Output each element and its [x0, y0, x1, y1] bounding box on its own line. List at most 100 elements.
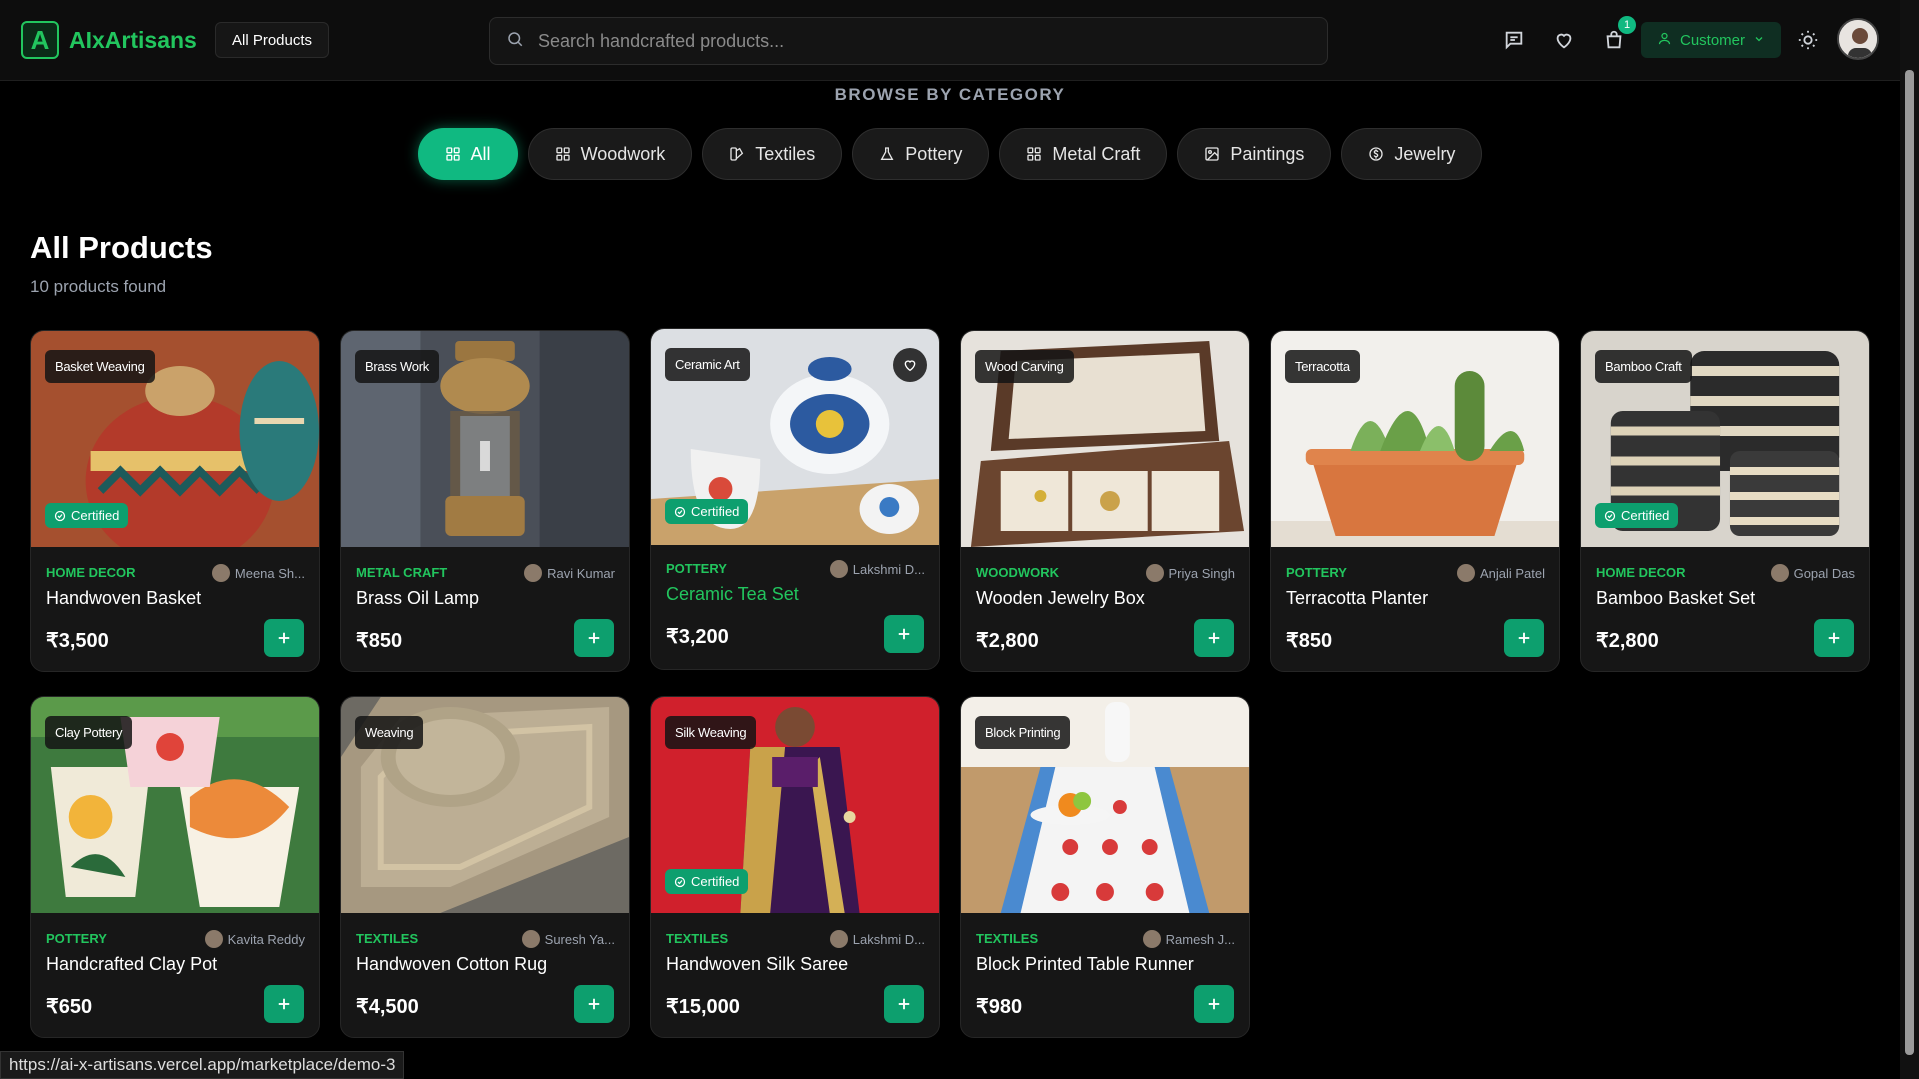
- grid-icon: [1026, 146, 1042, 162]
- artisan-info[interactable]: Lakshmi D...: [829, 560, 925, 578]
- artisan-name: Priya Singh: [1168, 565, 1235, 581]
- product-name[interactable]: Brass Oil Lamp: [356, 588, 479, 609]
- product-card[interactable]: Wood Carving WOODWORK Priya Singh Wooden Je…: [960, 330, 1250, 672]
- search-input[interactable]: [538, 30, 1298, 52]
- product-category: HOME DECOR: [1596, 565, 1686, 580]
- role-label: Customer: [1679, 31, 1746, 49]
- add-to-cart-button[interactable]: [1194, 985, 1234, 1023]
- add-to-cart-button[interactable]: [1814, 619, 1854, 657]
- product-card[interactable]: Basket Weaving Certified HOME DECOR Meena S…: [30, 330, 320, 672]
- product-price: ₹980: [976, 996, 1023, 1018]
- category-chip-label: Textiles: [755, 143, 816, 164]
- certified-badge: Certified: [1595, 503, 1679, 528]
- artisan-info[interactable]: Ramesh J...: [1142, 930, 1235, 948]
- add-to-cart-button[interactable]: [574, 985, 614, 1023]
- product-price: ₹3,500: [46, 630, 109, 652]
- product-name[interactable]: Handwoven Basket: [46, 588, 201, 609]
- product-name[interactable]: Wooden Jewelry Box: [976, 588, 1145, 609]
- add-to-cart-button[interactable]: [884, 615, 924, 653]
- role-dropdown[interactable]: Customer: [1641, 22, 1781, 58]
- artisan-avatar: [1145, 564, 1164, 582]
- brand-name: AIxArtisans: [69, 26, 197, 53]
- cart-count-badge: 1: [1618, 16, 1636, 34]
- grid-icon: [555, 146, 571, 162]
- artisan-info[interactable]: Gopal Das: [1770, 564, 1855, 582]
- category-chip-textiles[interactable]: Textiles: [702, 128, 843, 180]
- product-name[interactable]: Handwoven Cotton Rug: [356, 954, 547, 975]
- craft-tag: Bamboo Craft: [1595, 350, 1692, 383]
- artisan-avatar: [211, 564, 230, 582]
- artisan-info[interactable]: Anjali Patel: [1456, 564, 1545, 582]
- artisan-avatar: [204, 930, 223, 948]
- product-card[interactable]: Ceramic Art Certified POTTERY Lakshmi D... C…: [650, 328, 940, 670]
- add-to-cart-button[interactable]: [1504, 619, 1544, 657]
- certified-label: Certified: [71, 508, 120, 523]
- all-products-button[interactable]: All Products: [215, 22, 330, 58]
- artisan-info[interactable]: Lakshmi D...: [829, 930, 925, 948]
- plus-icon: [1205, 629, 1223, 647]
- artisan-name: Kavita Reddy: [227, 931, 305, 947]
- product-name[interactable]: Handcrafted Clay Pot: [46, 954, 217, 975]
- favorite-heart-icon[interactable]: [893, 348, 927, 382]
- product-category: METAL CRAFT: [356, 565, 448, 580]
- messages-icon[interactable]: [1500, 26, 1528, 54]
- category-chip-label: Paintings: [1230, 143, 1305, 164]
- artisan-avatar: [1142, 930, 1161, 948]
- page-title: All Products: [30, 230, 213, 265]
- add-to-cart-button[interactable]: [264, 985, 304, 1023]
- artisan-info[interactable]: Suresh Ya...: [521, 930, 615, 948]
- category-chip-woodwork[interactable]: Woodwork: [527, 128, 693, 180]
- plus-icon: [585, 629, 603, 647]
- swatch-icon: [729, 146, 745, 162]
- product-card[interactable]: Weaving TEXTILES Suresh Ya... Handwoven Cot…: [340, 696, 630, 1038]
- craft-tag: Clay Pottery: [45, 716, 133, 749]
- product-name[interactable]: Ceramic Tea Set: [666, 584, 799, 605]
- scroll-thumb[interactable]: [1905, 70, 1914, 1055]
- add-to-cart-button[interactable]: [1194, 619, 1234, 657]
- product-card[interactable]: Silk Weaving Certified TEXTILES Lakshmi D..…: [650, 696, 940, 1038]
- user-avatar[interactable]: [1837, 18, 1879, 60]
- product-card[interactable]: Block Printing TEXTILES Ramesh J... Block P…: [960, 696, 1250, 1038]
- add-to-cart-button[interactable]: [264, 619, 304, 657]
- product-name[interactable]: Terracotta Planter: [1286, 588, 1428, 609]
- artisan-avatar: [829, 930, 848, 948]
- add-to-cart-button[interactable]: [574, 619, 614, 657]
- category-chip-jewelry[interactable]: Jewelry: [1341, 128, 1483, 180]
- page-scrollbar[interactable]: [1900, 0, 1919, 1079]
- artisan-info[interactable]: Kavita Reddy: [204, 930, 305, 948]
- artisan-info[interactable]: Meena Sh...: [211, 564, 305, 582]
- heart-icon[interactable]: [1550, 26, 1578, 54]
- theme-sun-icon[interactable]: [1794, 26, 1822, 54]
- product-card[interactable]: Clay Pottery POTTERY Kavita Reddy Handcraft…: [30, 696, 320, 1038]
- plus-icon: [1825, 629, 1843, 647]
- product-name[interactable]: Block Printed Table Runner: [976, 954, 1194, 975]
- product-price: ₹2,800: [1596, 630, 1659, 652]
- product-card[interactable]: Brass Work METAL CRAFT Ravi Kumar Brass Oil…: [340, 330, 630, 672]
- product-name[interactable]: Bamboo Basket Set: [1596, 588, 1755, 609]
- artisan-name: Lakshmi D...: [852, 931, 925, 947]
- craft-tag: Brass Work: [355, 350, 439, 383]
- brand-logo[interactable]: A AIxArtisans: [21, 21, 197, 59]
- product-price: ₹850: [1286, 630, 1333, 652]
- plus-icon: [895, 625, 913, 643]
- product-price: ₹4,500: [356, 996, 419, 1018]
- category-filter-bar: All Woodwork Textiles Pottery Metal Craft Pai…: [0, 128, 1900, 180]
- category-chip-label: Jewelry: [1394, 143, 1456, 164]
- artisan-info[interactable]: Priya Singh: [1145, 564, 1235, 582]
- product-category: POTTERY: [1286, 565, 1347, 580]
- artisan-avatar: [521, 930, 540, 948]
- artisan-info[interactable]: Ravi Kumar: [524, 564, 615, 582]
- product-card[interactable]: Terracotta POTTERY Anjali Patel Terracotta …: [1270, 330, 1560, 672]
- craft-tag: Weaving: [355, 716, 424, 749]
- product-name[interactable]: Handwoven Silk Saree: [666, 954, 848, 975]
- product-card[interactable]: Bamboo Craft Certified HOME DECOR Gopal Das…: [1580, 330, 1870, 672]
- chevron-down-icon: [1753, 32, 1765, 49]
- search-bar[interactable]: [489, 17, 1328, 65]
- craft-tag: Terracotta: [1285, 350, 1360, 383]
- add-to-cart-button[interactable]: [884, 985, 924, 1023]
- category-chip-paintings[interactable]: Paintings: [1177, 128, 1332, 180]
- category-chip-metal-craft[interactable]: Metal Craft: [999, 128, 1168, 180]
- category-chip-pottery[interactable]: Pottery: [852, 128, 990, 180]
- category-chip-all[interactable]: All: [417, 128, 518, 180]
- cart-icon[interactable]: 1: [1600, 16, 1636, 54]
